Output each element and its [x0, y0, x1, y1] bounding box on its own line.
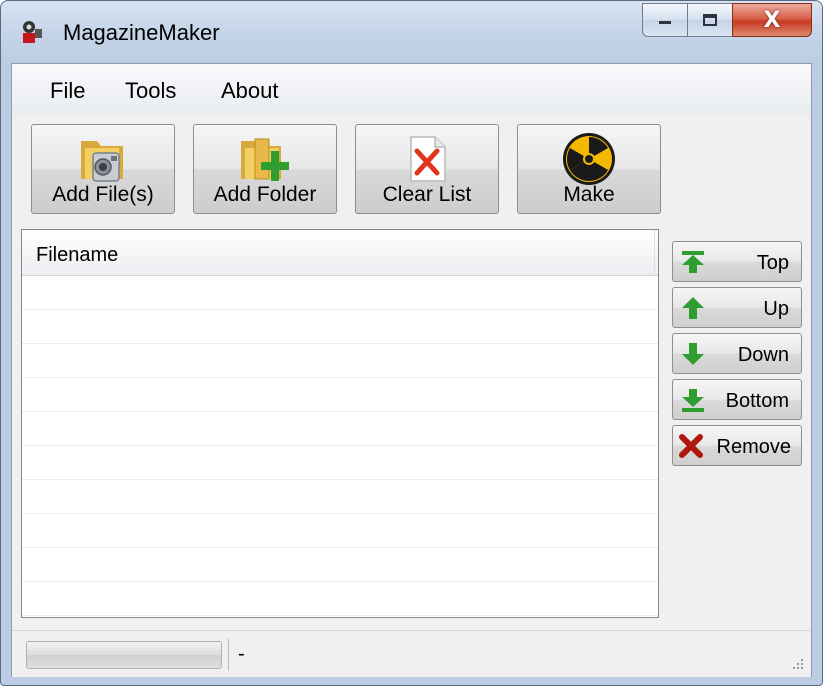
- status-separator: [228, 639, 229, 671]
- clear-list-label: Clear List: [382, 183, 472, 206]
- add-folder-button[interactable]: Add Folder: [193, 124, 337, 214]
- list-row: [22, 446, 658, 480]
- clear-list-button[interactable]: Clear List: [355, 124, 499, 214]
- down-button[interactable]: Down: [672, 333, 802, 374]
- remove-button[interactable]: Remove: [672, 425, 802, 466]
- up-label: Up: [763, 298, 789, 320]
- title-bar[interactable]: MagazineMaker X: [1, 1, 822, 63]
- radiation-icon: [563, 133, 615, 185]
- down-label: Down: [737, 344, 789, 366]
- bottom-button[interactable]: Bottom: [672, 379, 802, 420]
- minimize-button[interactable]: [642, 3, 688, 37]
- close-button[interactable]: X: [732, 3, 812, 37]
- app-icon: [23, 21, 42, 43]
- add-files-button[interactable]: Add File(s): [31, 124, 175, 214]
- list-row: [22, 378, 658, 412]
- column-header-filename[interactable]: Filename: [23, 230, 655, 275]
- list-row: [22, 514, 658, 548]
- bottom-label: Bottom: [725, 390, 789, 412]
- remove-label: Remove: [716, 436, 791, 458]
- move-top-icon: [682, 251, 704, 273]
- list-row: [22, 344, 658, 378]
- add-files-icon: [81, 141, 123, 182]
- minimize-icon: [659, 21, 671, 24]
- status-bar: -: [12, 630, 811, 677]
- list-row: [22, 412, 658, 446]
- menu-about[interactable]: About: [221, 78, 279, 104]
- list-row: [22, 276, 658, 310]
- up-button[interactable]: Up: [672, 287, 802, 328]
- list-row: [22, 310, 658, 344]
- window-title: MagazineMaker: [63, 20, 220, 45]
- make-button[interactable]: Make: [517, 124, 661, 214]
- make-label: Make: [563, 183, 615, 206]
- toolbar: Add File(s) Add Folder Clear List Make: [12, 114, 811, 224]
- list-row: [22, 582, 658, 616]
- caption-buttons: X: [642, 3, 812, 39]
- close-icon: X: [763, 7, 781, 33]
- clear-list-icon: [410, 136, 446, 182]
- add-folder-icon: [241, 138, 289, 181]
- add-files-label: Add File(s): [52, 183, 154, 206]
- move-up-icon: [682, 297, 704, 319]
- list-row: [22, 548, 658, 582]
- menu-bar: File Tools About: [12, 64, 811, 114]
- client-area: File Tools About Add File(s) Add Folder …: [11, 63, 812, 677]
- top-button[interactable]: Top: [672, 241, 802, 282]
- column-header-label: Filename: [36, 244, 119, 266]
- move-bottom-icon: [682, 389, 704, 412]
- progress-bar: [26, 641, 222, 669]
- app-window: MagazineMaker X File Tools About Add Fil…: [0, 0, 823, 686]
- menu-file[interactable]: File: [50, 78, 85, 104]
- list-row: [22, 480, 658, 514]
- menu-tools[interactable]: Tools: [125, 78, 176, 104]
- file-list[interactable]: Filename: [21, 229, 659, 618]
- maximize-icon: [703, 14, 717, 26]
- list-header: Filename: [22, 230, 658, 276]
- list-rows: [22, 276, 658, 616]
- move-down-icon: [682, 343, 704, 365]
- status-text: -: [238, 643, 245, 665]
- add-folder-label: Add Folder: [213, 183, 317, 206]
- maximize-button[interactable]: [687, 3, 733, 37]
- remove-icon: [679, 434, 703, 458]
- top-label: Top: [756, 252, 789, 274]
- resize-grip-icon[interactable]: [789, 655, 805, 671]
